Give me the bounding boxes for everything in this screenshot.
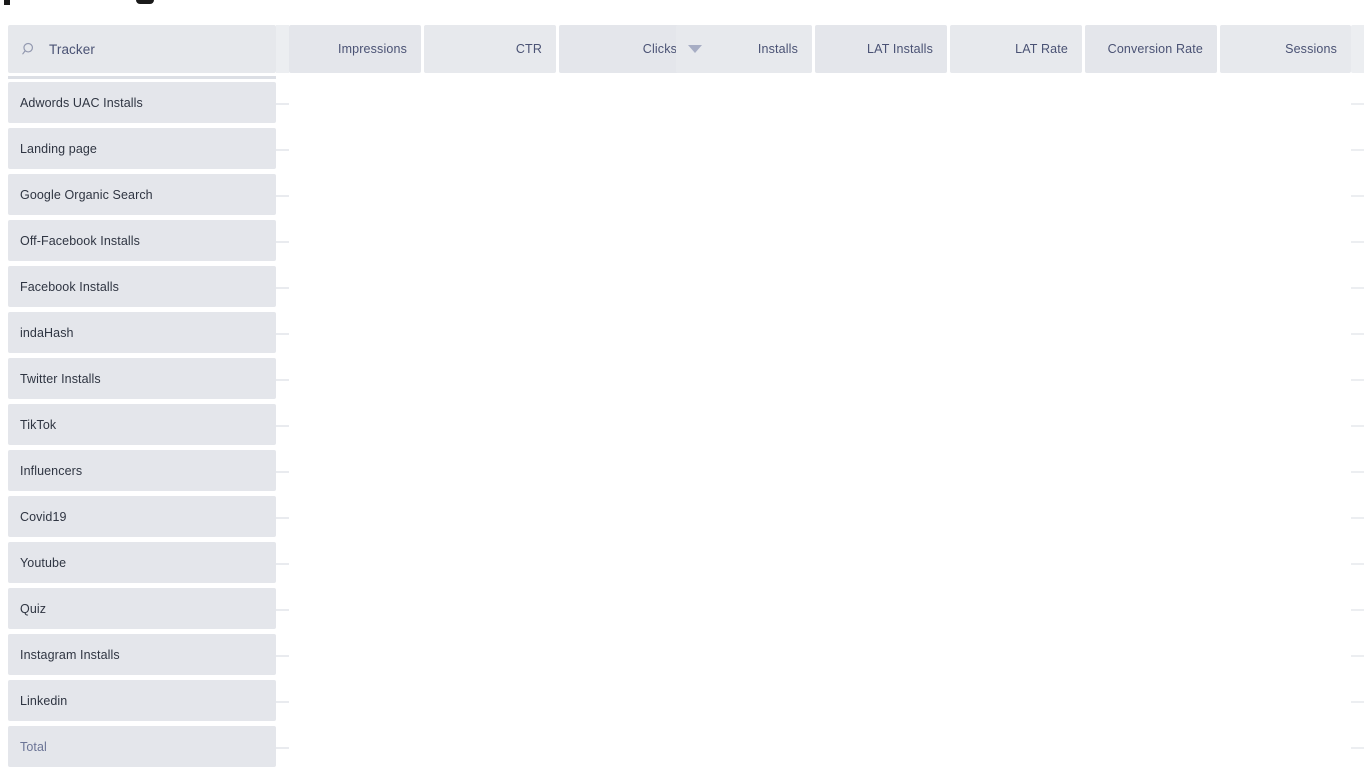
column-header-label: CTR xyxy=(515,42,542,56)
tracker-row[interactable]: TikTok xyxy=(8,404,276,445)
row-rule xyxy=(1351,333,1364,335)
tracker-row[interactable]: Off-Facebook Installs xyxy=(8,220,276,261)
row-rule xyxy=(1351,379,1364,381)
tracker-row[interactable]: Linkedin xyxy=(8,680,276,721)
row-rule xyxy=(1351,287,1364,289)
row-rule xyxy=(276,149,289,151)
tracker-row-label: Covid19 xyxy=(20,509,67,524)
column-header-lat-rate[interactable]: LAT Rate xyxy=(950,25,1082,73)
row-rule xyxy=(1351,241,1364,243)
tracker-search-header[interactable]: Tracker xyxy=(8,25,276,73)
row-rule xyxy=(276,425,289,427)
tracker-column-label: Tracker xyxy=(49,41,95,57)
column-header-label: LAT Installs xyxy=(867,42,933,56)
tracker-row[interactable]: Instagram Installs xyxy=(8,634,276,675)
tracker-row[interactable]: Quiz xyxy=(8,588,276,629)
row-rule xyxy=(1351,425,1364,427)
tracker-row[interactable]: Youtube xyxy=(8,542,276,583)
row-rule xyxy=(1351,149,1364,151)
tracker-row-label: TikTok xyxy=(20,417,57,432)
tracker-row-label: Facebook Installs xyxy=(20,279,119,294)
tracker-row[interactable]: Covid19 xyxy=(8,496,276,537)
tracker-row-label: Landing page xyxy=(20,141,97,156)
tracker-row[interactable]: Influencers xyxy=(8,450,276,491)
column-header-lat-installs[interactable]: LAT Installs xyxy=(815,25,947,73)
tracker-row[interactable]: Facebook Installs xyxy=(8,266,276,307)
sort-descending-icon[interactable] xyxy=(688,45,702,53)
tracker-row-list: Adwords UAC Installs Landing page Google O… xyxy=(8,82,276,768)
clipped-text-fragment-left xyxy=(4,0,10,5)
tracker-row-label: Adwords UAC Installs xyxy=(20,95,143,110)
row-rule xyxy=(276,241,289,243)
column-header-ctr[interactable]: CTR xyxy=(424,25,556,73)
tracker-table-page: Tracker Adwords UAC Installs Landing page… xyxy=(0,0,1364,768)
frozen-tracker-column: Tracker Adwords UAC Installs Landing page… xyxy=(0,25,276,768)
row-rule xyxy=(276,287,289,289)
search-icon xyxy=(22,42,34,54)
tracker-row[interactable]: Twitter Installs xyxy=(8,358,276,399)
row-rule xyxy=(276,471,289,473)
tracker-row-label: Instagram Installs xyxy=(20,647,120,662)
tracker-row[interactable]: Landing page xyxy=(8,128,276,169)
tracker-row-label: Google Organic Search xyxy=(20,187,153,202)
tracker-row-label: Off-Facebook Installs xyxy=(20,233,140,248)
row-rule xyxy=(276,517,289,519)
column-header-impressions[interactable]: Impressions xyxy=(289,25,421,73)
column-header-sessions[interactable]: Sessions xyxy=(1220,25,1351,73)
tracker-header-divider xyxy=(8,76,276,79)
column-header-label: Sessions xyxy=(1285,42,1337,56)
tracker-row[interactable]: Google Organic Search xyxy=(8,174,276,215)
metrics-grid: Impressions CTR Clicks Installs LAT Installs… xyxy=(276,25,1364,768)
tracker-row-label: Linkedin xyxy=(20,693,68,708)
row-rule xyxy=(1351,517,1364,519)
row-rule xyxy=(1351,609,1364,611)
column-header-row: Impressions CTR Clicks Installs LAT Installs… xyxy=(276,25,1364,73)
row-rule xyxy=(276,103,289,105)
column-header-conversion-rate[interactable]: Conversion Rate xyxy=(1085,25,1217,73)
clipped-right-column-header xyxy=(1351,25,1364,73)
row-rule xyxy=(1351,563,1364,565)
row-rule xyxy=(1351,747,1364,749)
row-rule xyxy=(1351,471,1364,473)
column-header-label: LAT Rate xyxy=(1015,42,1068,56)
tracker-total-label: Total xyxy=(20,739,47,754)
tracker-total-row[interactable]: Total xyxy=(8,726,276,767)
row-rule xyxy=(276,379,289,381)
column-header-label: Installs xyxy=(757,42,798,56)
tracker-row-label: indaHash xyxy=(20,325,74,340)
row-rule xyxy=(276,333,289,335)
tracker-row-label: Twitter Installs xyxy=(20,371,101,386)
row-rule xyxy=(276,747,289,749)
tracker-row[interactable]: indaHash xyxy=(8,312,276,353)
row-rule xyxy=(1351,103,1364,105)
row-rule xyxy=(1351,701,1364,703)
tracker-row-label: Youtube xyxy=(20,555,67,570)
column-header-clicks[interactable]: Clicks xyxy=(559,25,691,73)
row-rule xyxy=(276,701,289,703)
tracker-row[interactable]: Adwords UAC Installs xyxy=(8,82,276,123)
tracker-row-label: Quiz xyxy=(20,601,47,616)
table-body-empty xyxy=(289,73,1364,768)
tracker-row-label: Influencers xyxy=(20,463,83,478)
row-rule xyxy=(1351,655,1364,657)
row-rule xyxy=(276,609,289,611)
row-rule xyxy=(276,655,289,657)
column-header-label: Clicks xyxy=(642,42,677,56)
column-header-label: Conversion Rate xyxy=(1107,42,1203,56)
row-rule xyxy=(276,563,289,565)
row-rule xyxy=(1351,195,1364,197)
column-header-label: Impressions xyxy=(337,42,407,56)
row-rule xyxy=(276,195,289,197)
clipped-text-fragment-center xyxy=(136,0,154,4)
